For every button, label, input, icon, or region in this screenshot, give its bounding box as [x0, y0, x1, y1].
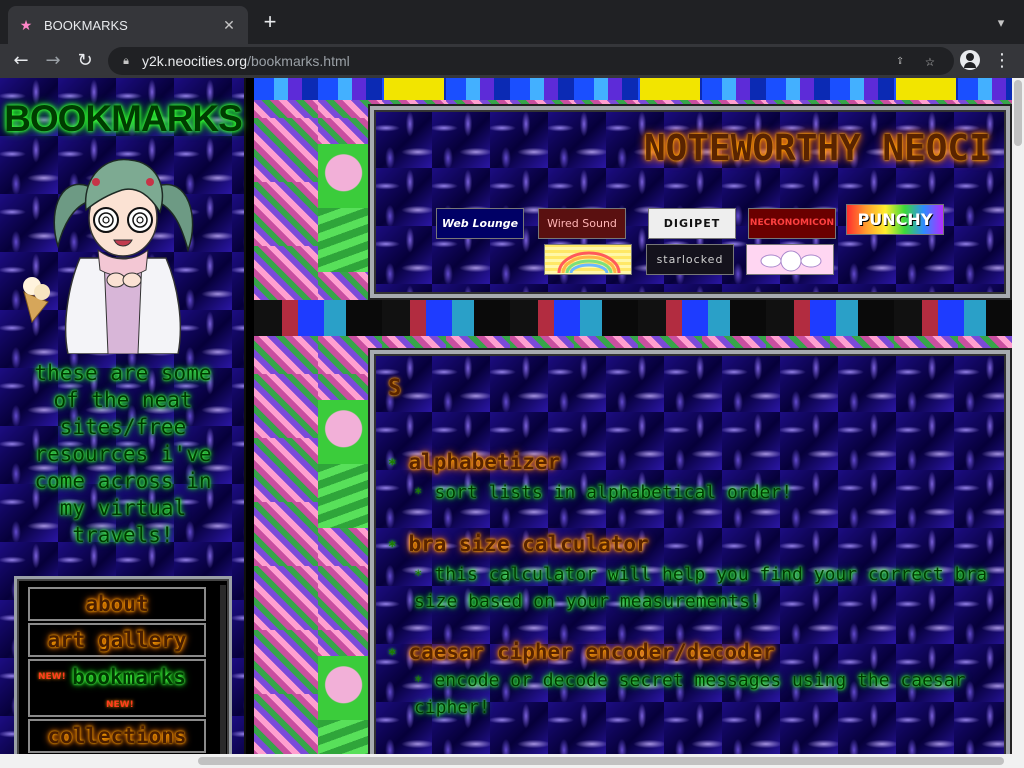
bookmark-description: * this calculator will help you find your… [414, 562, 989, 615]
badge-label: Web Lounge [441, 217, 519, 230]
close-icon[interactable]: ✕ [220, 17, 238, 34]
site-button-punchy[interactable]: PUNCHY [846, 204, 944, 235]
site-button-wired-sound[interactable]: Wired Sound [538, 208, 626, 239]
site-button-web-lounge[interactable]: Web Lounge [436, 208, 524, 239]
nav-link-art-gallery[interactable]: art gallery [28, 623, 206, 657]
reload-icon[interactable]: ↻ [72, 48, 98, 74]
nav-label: art gallery [47, 628, 187, 652]
site-button-digipet[interactable]: DIGIPET [648, 208, 736, 239]
chevron-down-icon[interactable]: ▾ [990, 12, 1012, 34]
nav-link-bookmarks[interactable]: NEW! bookmarks NEW! [28, 659, 206, 717]
anime-character-image [23, 158, 194, 354]
bookmark-desc-text: this calculator will help you find your … [414, 564, 988, 612]
new-badge: NEW! [106, 700, 134, 710]
noteworthy-title: NOTEWORTHY NEOCI [644, 128, 991, 169]
site-button-necronomicon[interactable]: NECRONOMICON [748, 208, 836, 239]
scrollbar-thumb[interactable] [1014, 80, 1022, 146]
bullet-icon: * [414, 486, 423, 502]
glitch-strip [254, 300, 1024, 336]
url-text: y2k.neocities.org/bookmarks.html [142, 53, 350, 69]
nav-label: collections [47, 724, 187, 748]
sidebar: BOOKMARKS these are some of the neat sit… [0, 78, 246, 768]
tab-title: BOOKMARKS [44, 17, 128, 33]
plus-icon[interactable]: + [258, 10, 282, 34]
nav-scrollbar[interactable] [220, 585, 226, 768]
tab-strip: ★ BOOKMARKS ✕ + ▾ [0, 0, 1024, 44]
scrollbar-thumb[interactable] [198, 757, 1004, 765]
tab-bookmarks[interactable]: ★ BOOKMARKS ✕ [8, 6, 248, 44]
badge-label: NECRONOMICON [749, 218, 835, 228]
lock-icon[interactable]: 🔒︎ [118, 52, 134, 70]
site-button-cute[interactable] [746, 244, 834, 275]
bullet-icon: * [388, 539, 397, 555]
horizontal-scrollbar[interactable] [0, 754, 1012, 768]
bullet-icon: * [388, 457, 397, 473]
badge-label: Wired Sound [547, 217, 617, 230]
section-heading: S [388, 376, 402, 401]
profile-icon[interactable] [960, 50, 980, 70]
bookmark-link-caesar-cipher[interactable]: * caesar cipher encoder/decoder [388, 640, 775, 664]
bookmarks-panel: S * alphabetizer * sort lists in alphabeti… [370, 350, 1010, 768]
nav-link-about[interactable]: about [28, 587, 206, 621]
angel-icon [760, 250, 822, 272]
page-viewport: BOOKMARKS these are some of the neat sit… [0, 78, 1024, 768]
bookmark-link-bra-size-calculator[interactable]: * bra size calculator [388, 532, 649, 556]
bookmark-title: alphabetizer [408, 450, 561, 474]
bookmark-link-alphabetizer[interactable]: * alphabetizer [388, 450, 560, 474]
nav-link-collections[interactable]: collections [28, 719, 206, 753]
bookmark-description: * encode or decode secret messages using … [414, 668, 989, 721]
site-button-rainbow[interactable] [544, 244, 632, 275]
noteworthy-panel: NOTEWORTHY NEOCI Web Lounge Wired Sound … [370, 106, 1010, 298]
bookmark-desc-text: encode or decode secret messages using t… [414, 670, 966, 718]
nav-label: bookmarks [72, 665, 186, 689]
browser-toolbar: ← → ↻ 🔒︎ y2k.neocities.org/bookmarks.htm… [0, 44, 1024, 78]
url-host: y2k.neocities.org [142, 53, 248, 69]
badge-label: DIGIPET [663, 217, 721, 230]
bullet-icon: * [414, 568, 423, 584]
share-icon[interactable]: ⇪ [890, 51, 910, 71]
site-description: these are some of the neat sites/free re… [34, 361, 212, 547]
star-icon: ★ [19, 16, 33, 33]
badge-label: starlocked [656, 253, 724, 266]
bookmark-title: bra size calculator [408, 532, 649, 556]
badge-label: PUNCHY [857, 210, 933, 229]
site-button-starlocked[interactable]: starlocked [646, 244, 734, 275]
arrow-right-icon[interactable]: → [40, 48, 66, 74]
nav-menu: about art gallery NEW! bookmarks NEW! co… [14, 576, 232, 768]
bookmark-desc-text: sort lists in alphabetical order! [434, 482, 793, 503]
nav-label: about [85, 592, 149, 616]
page-title: BOOKMARKS [4, 98, 243, 139]
kebab-menu-icon[interactable]: ⋮ [992, 50, 1012, 72]
address-bar[interactable]: 🔒︎ y2k.neocities.org/bookmarks.html ⇪ ☆ [108, 47, 954, 75]
ice-cream-icon [23, 277, 50, 324]
url-path: /bookmarks.html [247, 53, 350, 69]
star-outline-icon[interactable]: ☆ [920, 51, 940, 71]
bullet-icon: * [388, 647, 397, 663]
arrow-left-icon[interactable]: ← [8, 48, 34, 74]
rainbow-icon [557, 251, 621, 274]
vertical-scrollbar[interactable] [1012, 78, 1024, 768]
bookmark-title: caesar cipher encoder/decoder [408, 640, 776, 664]
bullet-icon: * [414, 674, 423, 690]
new-badge: NEW! [38, 672, 66, 682]
bookmark-description: * sort lists in alphabetical order! [414, 480, 989, 507]
